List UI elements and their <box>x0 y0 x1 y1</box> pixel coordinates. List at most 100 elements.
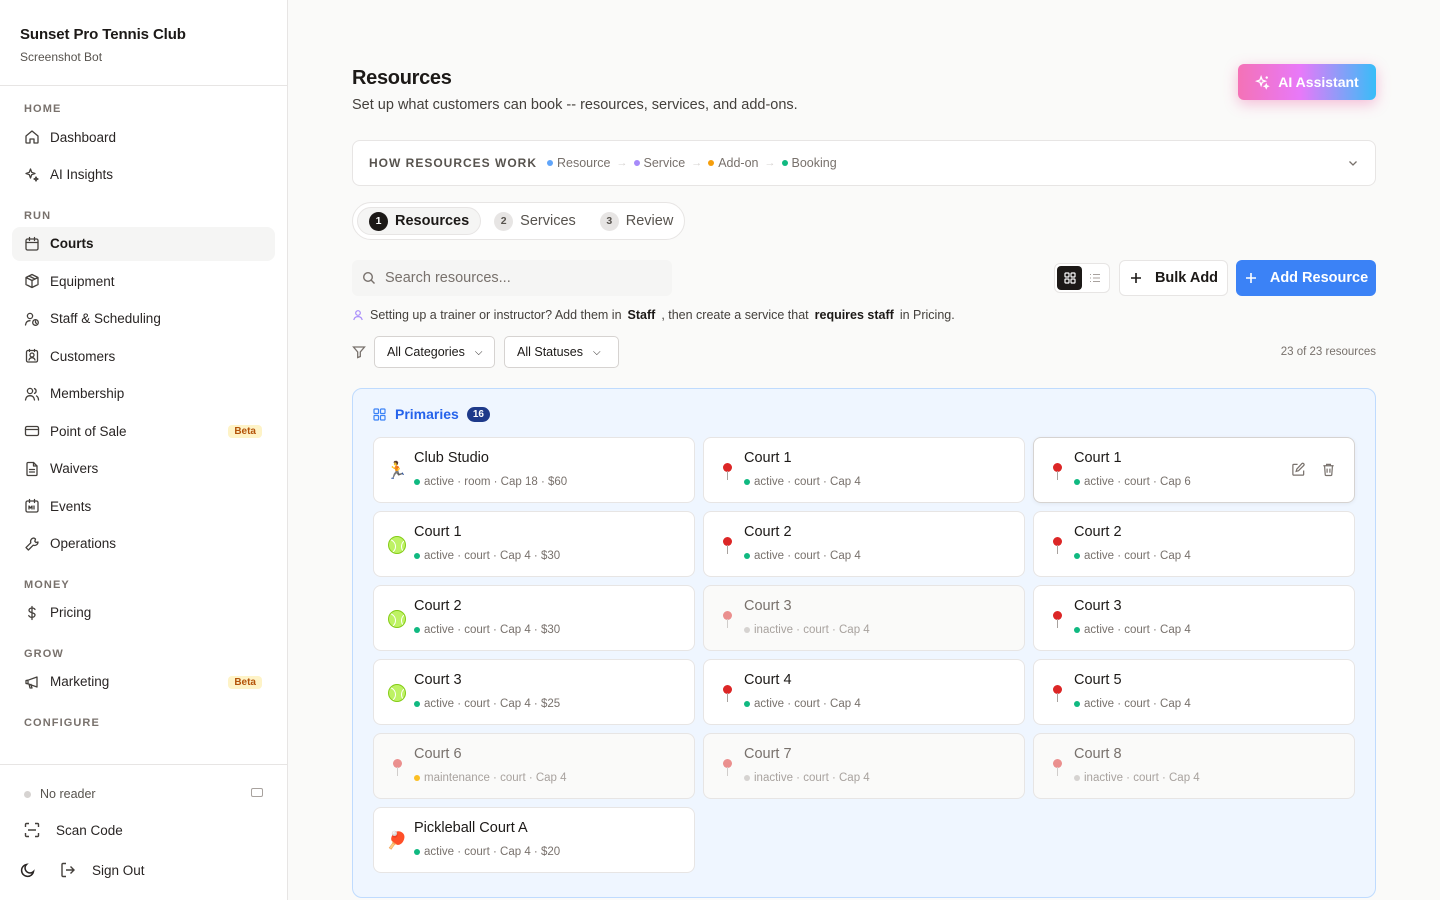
moon-icon[interactable] <box>20 862 36 878</box>
step-services[interactable]: 2 Services <box>483 207 587 235</box>
bulk-add-button[interactable]: Bulk Add <box>1119 260 1228 296</box>
edit-icon[interactable] <box>1291 462 1306 477</box>
box-icon <box>25 273 39 289</box>
hint-staff-link[interactable]: Staff <box>628 308 656 322</box>
trash-icon[interactable] <box>1321 462 1336 477</box>
how-steps: Resource → Service → Add-on → Booking <box>547 156 837 170</box>
resource-card[interactable]: Court 3 active · court · Cap 4 <box>1033 585 1355 651</box>
how-step-label: Add-on <box>718 156 759 170</box>
resource-icon <box>386 756 408 778</box>
sidebar-item-customers[interactable]: Customers <box>12 339 275 373</box>
resource-card[interactable]: 🏓 Pickleball Court A active · court · Cap … <box>373 807 695 873</box>
sidebar-item-waivers[interactable]: Waivers <box>12 452 275 486</box>
scan-code-label: Scan Code <box>56 822 123 838</box>
ai-assistant-button[interactable]: AI Assistant <box>1238 64 1376 100</box>
sidebar-item-pricing[interactable]: Pricing <box>12 596 275 630</box>
list-view-button[interactable] <box>1082 266 1107 290</box>
resource-card[interactable]: Court 7 inactive · court · Cap 4 <box>703 733 1025 799</box>
resource-meta: active · court · Cap 4 <box>1074 550 1191 562</box>
sparkles-icon <box>25 167 39 182</box>
how-step-service: Service <box>633 156 685 170</box>
resource-meta: active · room · Cap 18 · $60 <box>414 476 567 488</box>
resource-card[interactable]: Court 2 active · court · Cap 4 · $30 <box>373 585 695 651</box>
sidebar-item-events[interactable]: Events <box>12 489 275 523</box>
sidebar-item-operations[interactable]: Operations <box>12 527 275 561</box>
sidebar-item-staff-scheduling[interactable]: Staff & Scheduling <box>12 302 275 336</box>
resource-icon <box>716 756 738 778</box>
resource-name: Court 3 <box>414 672 462 688</box>
resource-card[interactable]: Court 4 active · court · Cap 4 <box>703 659 1025 725</box>
sidebar-item-label: Equipment <box>50 273 115 289</box>
sparkles-icon <box>1255 74 1271 90</box>
resource-card[interactable]: Court 3 active · court · Cap 4 · $25 <box>373 659 695 725</box>
resource-card[interactable]: Court 3 inactive · court · Cap 4 <box>703 585 1025 651</box>
resource-meta: active · court · Cap 6 <box>1074 476 1191 488</box>
resource-name: Court 3 <box>744 598 792 614</box>
sidebar-item-membership[interactable]: Membership <box>12 377 275 411</box>
list-icon <box>1089 273 1100 283</box>
beta-badge: Beta <box>228 425 262 438</box>
step-resources[interactable]: 1 Resources <box>357 207 482 235</box>
add-resource-button[interactable]: Add Resource <box>1236 260 1376 296</box>
page-description: Set up what customers can book -- resour… <box>352 97 798 113</box>
resource-meta: active · court · Cap 4 <box>1074 624 1191 636</box>
status-dot <box>414 775 420 781</box>
tennis-ball-icon <box>388 684 406 702</box>
chevron-down-icon: ⌵ <box>474 346 483 358</box>
group-header[interactable]: Primaries 16 <box>373 406 490 422</box>
document-icon <box>26 461 38 476</box>
resource-card[interactable]: Court 5 active · court · Cap 4 <box>1033 659 1355 725</box>
sidebar: Sunset Pro Tennis Club Screenshot Bot HO… <box>0 0 288 900</box>
pushpin-icon <box>1052 536 1063 554</box>
users-icon <box>24 387 40 401</box>
status-select[interactable]: All Statuses ⌵ <box>504 336 619 368</box>
resource-icon <box>386 682 408 704</box>
how-title: HOW RESOURCES WORK <box>369 156 537 170</box>
grid-view-button[interactable] <box>1057 266 1082 290</box>
arrow-right-icon: → <box>764 157 776 169</box>
sidebar-item-equipment[interactable]: Equipment <box>12 264 275 298</box>
megaphone-icon <box>25 675 38 689</box>
step-number: 3 <box>599 211 619 231</box>
pushpin-icon <box>722 610 733 628</box>
resource-card[interactable]: 🏃 Club Studio active · room · Cap 18 · $60 <box>373 437 695 503</box>
resource-icon <box>1046 682 1068 704</box>
add-resource-label: Add Resource <box>1269 270 1369 286</box>
sidebar-item-ai-insights[interactable]: AI Insights <box>12 158 275 192</box>
chevron-down-icon[interactable] <box>1347 157 1359 169</box>
sidebar-item-label: Pricing <box>50 605 92 620</box>
resource-card[interactable]: Court 6 maintenance · court · Cap 4 <box>373 733 695 799</box>
sidebar-item-marketing[interactable]: Marketing Beta <box>12 665 275 699</box>
how-resources-work-panel[interactable]: HOW RESOURCES WORK Resource → Service → Add-… <box>352 140 1376 186</box>
resource-card[interactable]: Court 1 active · court · Cap 6 <box>1033 437 1355 503</box>
resource-meta-text: inactive · court · Cap 4 <box>1084 772 1200 784</box>
resource-name: Court 1 <box>744 450 792 466</box>
search-box[interactable] <box>352 260 672 296</box>
scan-code-button[interactable]: Scan Code <box>24 822 123 838</box>
sidebar-item-dashboard[interactable]: Dashboard <box>12 120 275 154</box>
sidebar-item-point-of-sale[interactable]: Point of Sale Beta <box>12 414 275 448</box>
search-input[interactable] <box>385 270 665 286</box>
hint-prefix: Setting up a trainer or instructor? Add … <box>370 308 622 322</box>
resource-card[interactable]: Court 2 active · court · Cap 4 <box>703 511 1025 577</box>
sidebar-item-courts[interactable]: Courts <box>12 226 275 261</box>
club-name: Sunset Pro Tennis Club <box>20 26 186 43</box>
sidebar-header: Sunset Pro Tennis Club Screenshot Bot <box>0 0 287 86</box>
resource-card[interactable]: Court 1 active · court · Cap 4 <box>703 437 1025 503</box>
category-select[interactable]: All Categories ⌵ <box>374 336 495 368</box>
ai-assistant-label: AI Assistant <box>1278 74 1359 90</box>
resource-card[interactable]: Court 8 inactive · court · Cap 4 <box>1033 733 1355 799</box>
step-review[interactable]: 3 Review <box>589 207 685 235</box>
resource-icon <box>716 682 738 704</box>
resource-card[interactable]: Court 1 active · court · Cap 4 · $30 <box>373 511 695 577</box>
beta-badge: Beta <box>228 675 262 689</box>
card-reader-icon[interactable] <box>251 788 263 797</box>
filter-icon <box>352 346 366 359</box>
grid-icon <box>1063 272 1076 284</box>
sign-out-button[interactable]: Sign Out <box>60 862 145 878</box>
reader-status: No reader <box>24 787 96 801</box>
pushpin-icon <box>1052 462 1063 480</box>
resource-meta-text: active · room · Cap 18 · $60 <box>424 476 568 488</box>
resource-card[interactable]: Court 2 active · court · Cap 4 <box>1033 511 1355 577</box>
resource-meta-text: active · court · Cap 4 <box>1084 698 1191 710</box>
